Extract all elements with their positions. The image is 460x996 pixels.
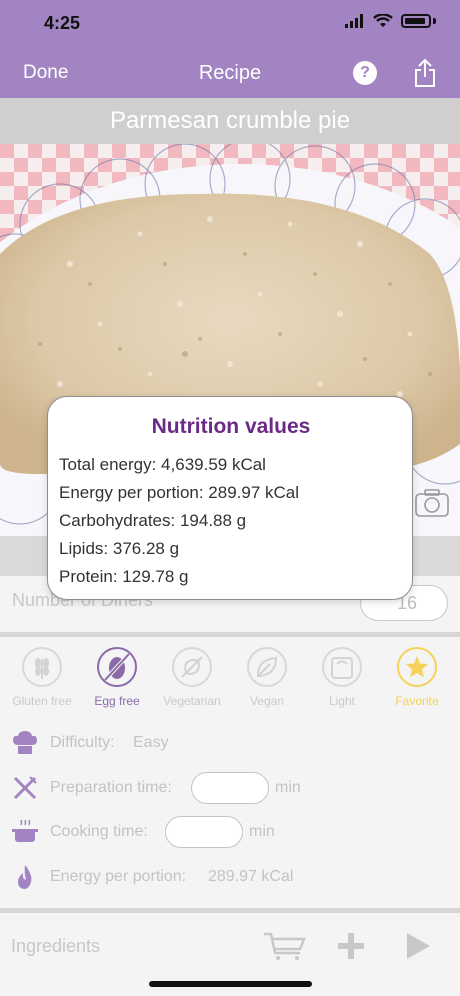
nutrition-carbohydrates: Carbohydrates: 194.88 g — [59, 511, 247, 530]
nav-title: Recipe — [198, 62, 262, 84]
difficulty-label: Difficulty: — [50, 734, 115, 751]
diet-label: Gluten free — [12, 694, 72, 708]
cart-icon[interactable] — [262, 931, 306, 961]
share-icon[interactable] — [413, 58, 437, 88]
pot-icon — [12, 819, 38, 842]
nutrition-popup[interactable]: Nutrition values Total energy: 4,639.59 … — [47, 396, 413, 600]
energy-row: Energy per portion: 289.97 kCal — [0, 859, 460, 895]
cooking-time-unit: min — [249, 823, 275, 840]
no-meat-icon — [172, 647, 212, 687]
prep-time-unit: min — [275, 779, 301, 796]
nutrition-total-energy: Total energy: 4,639.59 kCal — [59, 455, 266, 474]
prep-time-input[interactable] — [191, 772, 269, 804]
cooking-time-label: Cooking time: — [50, 823, 148, 840]
diet-label: Vegetarian — [163, 694, 221, 708]
nutrition-protein: Protein: 129.78 g — [59, 567, 189, 586]
diet-label: Vegan — [249, 694, 285, 708]
diet-favorite[interactable]: Favorite — [380, 647, 454, 708]
chef-hat-icon — [13, 731, 37, 754]
fork-knife-icon — [13, 776, 37, 800]
diet-label: Egg free — [94, 694, 140, 708]
egg-crossed-icon — [97, 647, 137, 687]
prep-time-label: Preparation time: — [50, 779, 172, 796]
flame-icon — [18, 865, 32, 889]
status-time: 4:25 — [44, 13, 81, 33]
battery-cap — [433, 18, 436, 24]
help-button[interactable]: ? — [353, 61, 377, 85]
diet-light[interactable]: Light — [305, 647, 379, 708]
prep-time-row: Preparation time: min — [0, 770, 460, 806]
star-icon — [397, 647, 437, 687]
diet-gluten-free[interactable]: Gluten free — [5, 647, 79, 708]
ingredients-label[interactable]: Ingredients — [11, 936, 100, 957]
camera-icon[interactable] — [414, 487, 450, 519]
energy-label: Energy per portion: — [50, 868, 187, 885]
nav-bar: Done Recipe ? — [0, 48, 460, 98]
cooking-time-input[interactable] — [165, 816, 243, 848]
diet-egg-free[interactable]: Egg free — [80, 647, 154, 708]
plus-icon[interactable] — [336, 931, 366, 961]
status-bar: 4:25 — [0, 0, 460, 48]
nutrition-energy-per-portion: Energy per portion: 289.97 kCal — [59, 483, 300, 502]
details-section: Gluten free Egg free Vegetarian Vegan Li… — [0, 637, 460, 909]
nutrition-title: Nutrition values — [151, 415, 311, 438]
diet-label: Light — [328, 694, 356, 708]
scale-icon — [322, 647, 362, 687]
wheat-icon — [22, 647, 62, 687]
wifi-icon — [373, 14, 393, 27]
status-icons — [345, 14, 436, 28]
diet-label: Favorite — [395, 694, 439, 708]
battery-icon — [401, 14, 431, 28]
home-indicator — [149, 981, 312, 987]
signal-icon — [345, 14, 363, 28]
play-icon[interactable] — [404, 931, 432, 961]
difficulty-row: Difficulty: Easy — [0, 725, 460, 761]
diet-vegan[interactable]: Vegan — [230, 647, 304, 708]
leaf-icon — [247, 647, 287, 687]
recipe-title: Parmesan crumble pie — [0, 98, 460, 144]
cooking-time-row: Cooking time: min — [0, 814, 460, 850]
diet-vegetarian[interactable]: Vegetarian — [155, 647, 229, 708]
difficulty-value[interactable]: Easy — [133, 734, 169, 752]
nutrition-lipids: Lipids: 376.28 g — [59, 539, 180, 558]
energy-value: 289.97 kCal — [208, 868, 294, 885]
